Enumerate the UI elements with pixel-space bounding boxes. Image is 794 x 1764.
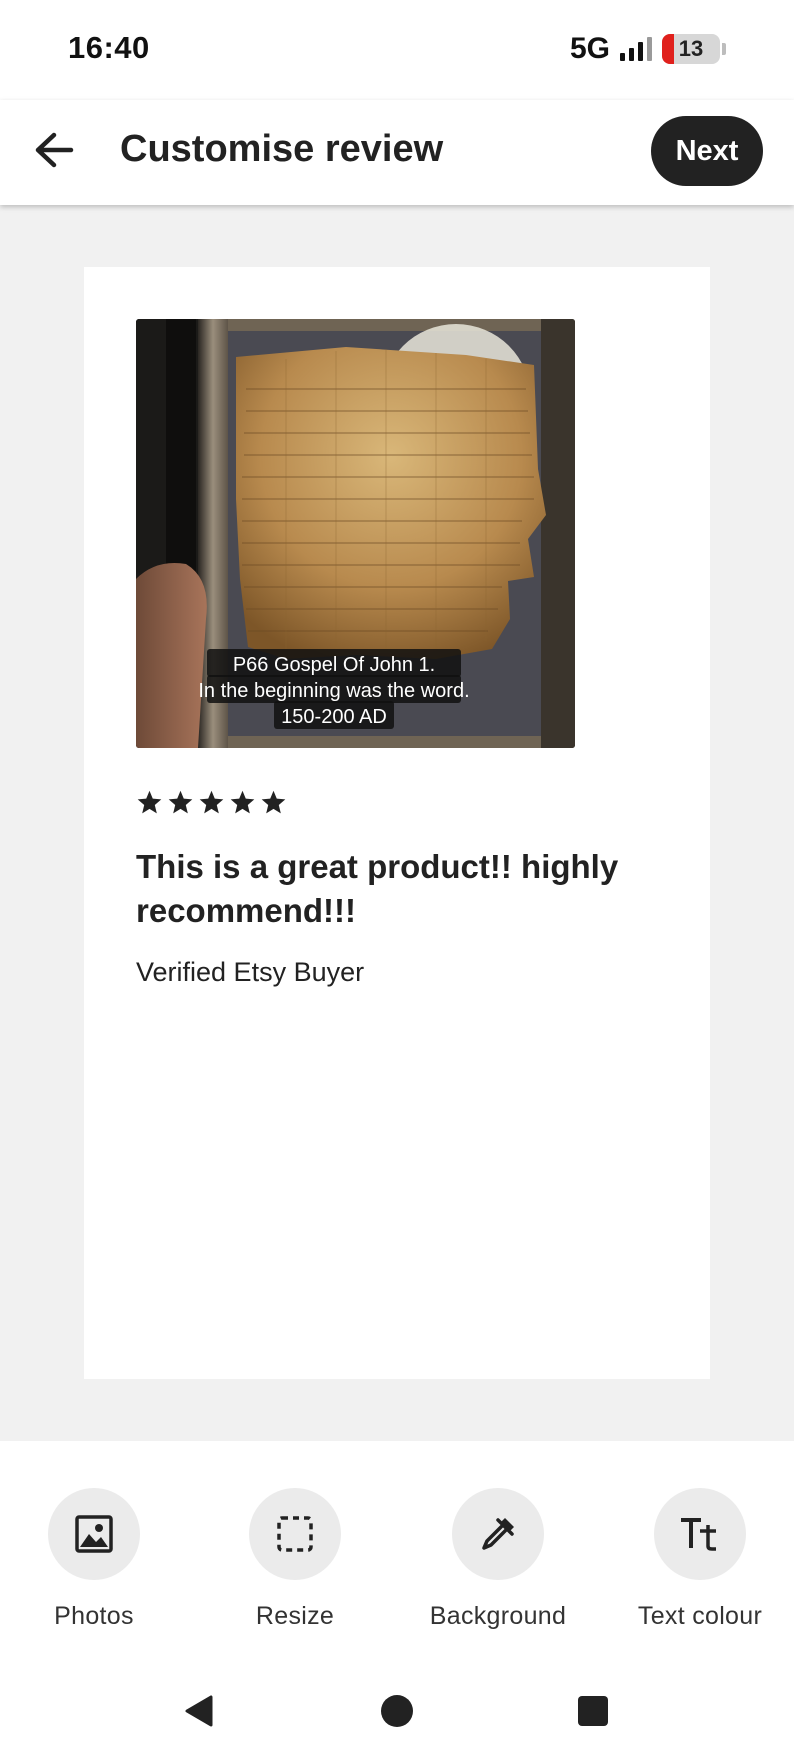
back-button[interactable]: [26, 122, 82, 178]
nav-back-button[interactable]: [169, 1681, 229, 1741]
battery-icon: 13: [662, 34, 720, 64]
nav-home-button[interactable]: [367, 1681, 427, 1741]
photos-tool-button[interactable]: Photos: [9, 1488, 179, 1631]
star-icon: [199, 790, 224, 814]
text-colour-tool-label: Text colour: [637, 1602, 763, 1630]
star-icon: [168, 790, 193, 814]
system-nav-bar: [0, 1651, 794, 1764]
text-colour-tool-circle: [654, 1488, 746, 1580]
image-icon: [75, 1515, 113, 1553]
resize-tool-button[interactable]: Resize: [210, 1488, 380, 1631]
background-tool-circle: [452, 1488, 544, 1580]
photo-caption-line-2: In the beginning was the word.: [198, 680, 469, 702]
home-circle-icon: [381, 1695, 413, 1727]
star-icon: [137, 790, 162, 814]
status-indicators: 5G 13: [570, 32, 726, 66]
nav-recents-button[interactable]: [563, 1681, 623, 1741]
status-bar: 16:40 5G 13: [0, 0, 794, 100]
star-icon: [230, 790, 255, 814]
back-triangle-icon: [185, 1695, 213, 1727]
app-bar: Customise review Next: [0, 100, 794, 205]
background-tool-button[interactable]: Background: [413, 1488, 583, 1631]
papyrus-frame-image: P66 Gospel Of John 1. In the beginning w…: [136, 319, 575, 748]
star-rating: [136, 789, 287, 816]
background-tool-label: Background: [429, 1602, 567, 1630]
photo-caption-line-1: P66 Gospel Of John 1.: [233, 654, 435, 676]
photos-tool-label: Photos: [54, 1602, 134, 1630]
crop-frame-icon: [277, 1516, 313, 1552]
eyedropper-icon: [482, 1518, 514, 1550]
battery-tip: [722, 43, 726, 55]
reviewer-name: Verified Etsy Buyer: [136, 957, 365, 987]
review-photo[interactable]: P66 Gospel Of John 1. In the beginning w…: [136, 319, 575, 748]
text-format-icon: [681, 1518, 716, 1551]
battery-percent: 13: [678, 36, 704, 61]
star-icon: [261, 790, 286, 814]
review-card[interactable]: P66 Gospel Of John 1. In the beginning w…: [84, 267, 710, 1379]
resize-tool-label: Resize: [255, 1602, 335, 1630]
review-text: This is a great product!! highly recomme…: [136, 848, 619, 929]
page-title: Customise review: [120, 128, 444, 170]
recents-square-icon: [578, 1696, 608, 1726]
text-colour-tool-button[interactable]: Text colour: [615, 1488, 785, 1631]
network-type: 5G: [569, 32, 610, 65]
signal-strength-icon: [620, 37, 652, 61]
photo-caption-line-3: 150-200 AD: [281, 706, 387, 728]
arrow-left-icon: [35, 132, 74, 168]
photos-tool-circle: [48, 1488, 140, 1580]
review-canvas: P66 Gospel Of John 1. In the beginning w…: [0, 205, 794, 1441]
status-time: 16:40: [68, 30, 150, 65]
resize-tool-circle: [249, 1488, 341, 1580]
next-button[interactable]: Next: [651, 116, 763, 186]
edit-toolbar: Photos Resize Background Text colour: [0, 1441, 794, 1651]
